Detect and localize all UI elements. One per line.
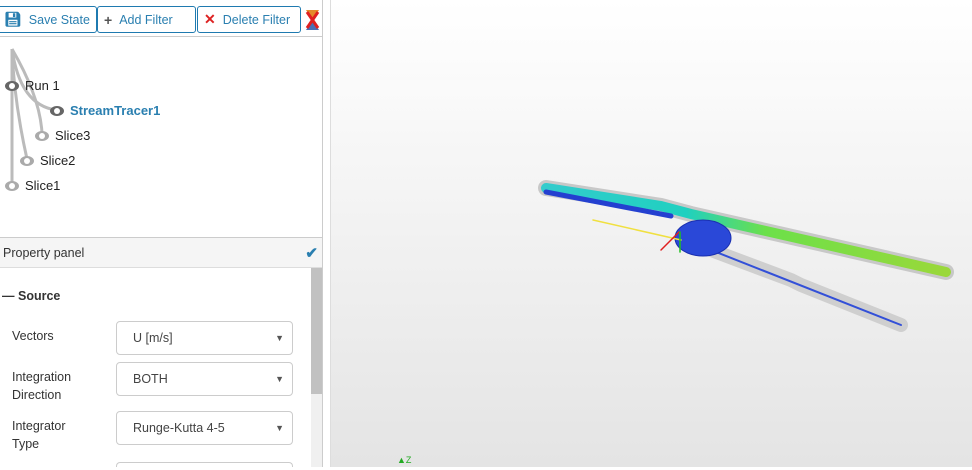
apply-check-icon[interactable]: ✔	[305, 244, 318, 262]
eye-icon[interactable]	[50, 105, 64, 116]
dropdown-arrow-icon: ▼	[275, 333, 284, 343]
scrollbar-thumb[interactable]	[311, 268, 322, 394]
integration-direction-select[interactable]: BOTH ▼	[116, 362, 293, 396]
collapse-icon: —	[2, 289, 18, 303]
next-select[interactable]	[116, 462, 293, 467]
integrator-type-select[interactable]: Runge-Kutta 4-5 ▼	[116, 411, 293, 445]
eye-icon[interactable]	[35, 130, 49, 141]
vectors-select[interactable]: U [m/s] ▼	[116, 321, 293, 355]
eye-icon[interactable]	[5, 80, 19, 91]
tree-item-slice1[interactable]: Slice1	[5, 178, 60, 193]
tree-item-slice3[interactable]: Slice3	[35, 128, 90, 143]
x-icon: ✕	[204, 11, 216, 27]
pipeline-toolbar: 💾︎ Save State + Add Filter ✕ Delete Filter	[0, 0, 322, 37]
tree-item-run-1[interactable]: Run 1	[5, 78, 60, 93]
eye-icon[interactable]	[5, 180, 19, 191]
left-panel: 💾︎ Save State + Add Filter ✕ Delete Filter …	[0, 0, 323, 467]
dropdown-arrow-icon: ▼	[275, 423, 284, 433]
section-source[interactable]: — Source	[2, 289, 60, 303]
streamline-render	[538, 180, 954, 332]
eye-icon[interactable]	[20, 155, 34, 166]
dropdown-arrow-icon: ▼	[275, 374, 284, 384]
property-panel: — Source Vectors U [m/s] ▼ Integration Di…	[0, 268, 322, 467]
integrator-type-label: Integrator Type	[12, 419, 66, 451]
property-panel-header: Property panel ✔	[0, 238, 322, 268]
floppy-icon: 💾︎	[4, 11, 22, 27]
tree-item-streamtracer1[interactable]: StreamTracer1	[50, 103, 160, 118]
integration-direction-label: Integration Direction	[12, 370, 72, 402]
plus-icon: +	[104, 11, 113, 28]
delete-all-icon[interactable]	[305, 9, 320, 31]
tree-item-slice2[interactable]: Slice2	[20, 153, 75, 168]
delete-filter-button[interactable]: ✕ Delete Filter	[197, 6, 301, 33]
add-filter-button[interactable]: + Add Filter	[97, 6, 196, 33]
pipeline-tree: Run 1 StreamTracer1 Slice3 Slice2 Slice1	[0, 37, 322, 238]
vectors-label: Vectors	[12, 329, 54, 343]
3d-viewport[interactable]: ▲Z	[331, 0, 972, 467]
panel-divider[interactable]	[323, 0, 331, 467]
scrollbar[interactable]	[311, 268, 322, 467]
axis-indicator: ▲Z	[397, 455, 412, 465]
save-state-button[interactable]: 💾︎ Save State	[0, 6, 97, 33]
